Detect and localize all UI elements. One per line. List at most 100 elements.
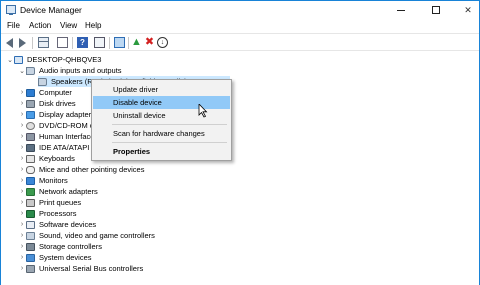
scan-hardware-icon[interactable] <box>114 37 125 48</box>
tree-root-label: DESKTOP-QHBQVE3 <box>27 55 102 64</box>
usb-controller-icon <box>26 264 35 273</box>
mouse-pointer-icon <box>198 104 208 118</box>
tree-category-label: Network adapters <box>39 187 98 196</box>
printer-icon <box>26 198 35 207</box>
disable-device-icon[interactable]: ↓ <box>157 37 168 48</box>
update-driver-icon[interactable]: ▲ <box>131 37 142 48</box>
tree-category-label: Universal Serial Bus controllers <box>39 264 144 273</box>
tree-category[interactable]: › Processors <box>18 208 77 219</box>
expand-chevron-icon[interactable]: › <box>18 89 26 96</box>
action-pane-icon[interactable] <box>94 37 105 48</box>
menu-update-driver[interactable]: Update driver <box>93 83 230 96</box>
menu-properties[interactable]: Properties <box>93 145 230 158</box>
tree-category-label: Monitors <box>39 176 68 185</box>
tree-category-label: Mice and other pointing devices <box>39 165 145 174</box>
maximize-button[interactable] <box>421 1 451 19</box>
tree-category-label: Keyboards <box>39 154 75 163</box>
keyboard-icon <box>26 154 35 163</box>
disk-drive-icon <box>26 99 35 108</box>
close-button[interactable]: ✕ <box>453 1 480 19</box>
expand-chevron-icon[interactable]: › <box>18 166 26 173</box>
device-manager-icon <box>6 5 16 15</box>
show-hide-console-tree-icon[interactable] <box>38 37 49 48</box>
tree-category-label: System devices <box>39 253 92 262</box>
tree-root[interactable]: ⌄ DESKTOP-QHBQVE3 <box>6 54 101 65</box>
tree-category[interactable]: › Print queues <box>18 197 81 208</box>
tree-category[interactable]: › Universal Serial Bus controllers <box>18 263 143 274</box>
expand-chevron-icon[interactable]: › <box>18 232 26 239</box>
network-adapter-icon <box>26 187 35 196</box>
menu-action[interactable]: Action <box>29 21 51 30</box>
menu-separator <box>112 124 227 125</box>
menu-separator <box>112 142 227 143</box>
tree-category-audio[interactable]: ⌄ Audio inputs and outputs <box>18 65 122 76</box>
back-arrow-icon[interactable] <box>6 38 13 48</box>
expand-chevron-icon[interactable]: › <box>18 188 26 195</box>
tree-category[interactable]: › Keyboards <box>18 153 75 164</box>
expand-chevron-icon[interactable]: › <box>18 177 26 184</box>
tree-category-label: Processors <box>39 209 77 218</box>
properties-sheet-icon[interactable] <box>57 37 68 48</box>
sound-controller-icon <box>26 231 35 240</box>
tree-category[interactable]: › Storage controllers <box>18 241 102 252</box>
maximize-icon <box>432 6 440 14</box>
help-icon[interactable]: ? <box>77 37 88 48</box>
expand-chevron-icon[interactable]: › <box>18 100 26 107</box>
tree-category-label: Storage controllers <box>39 242 102 251</box>
forward-arrow-icon[interactable] <box>19 38 26 48</box>
device-manager-window: Device Manager ✕ File Action View Help ?… <box>0 0 480 285</box>
processor-icon <box>26 209 35 218</box>
toolbar-separator <box>72 37 73 49</box>
toolbar-separator <box>128 37 129 49</box>
software-device-icon <box>26 220 35 229</box>
human-interface-icon <box>26 132 35 141</box>
collapse-chevron-icon[interactable]: ⌄ <box>6 56 14 64</box>
expand-chevron-icon[interactable]: › <box>18 111 26 118</box>
minimize-button[interactable] <box>386 1 416 19</box>
menu-bar: File Action View Help <box>1 19 479 33</box>
minimize-icon <box>397 9 405 11</box>
window-title: Device Manager <box>20 5 82 15</box>
tree-category[interactable]: › Monitors <box>18 175 68 186</box>
tree-category-label: Print queues <box>39 198 82 207</box>
expand-chevron-icon[interactable]: › <box>18 155 26 162</box>
expand-chevron-icon[interactable]: › <box>18 133 26 140</box>
speaker-icon <box>38 77 47 86</box>
expand-chevron-icon[interactable]: › <box>18 265 26 272</box>
tree-category-label: Computer <box>39 88 72 97</box>
uninstall-device-icon[interactable]: ✖ <box>144 37 155 48</box>
expand-chevron-icon[interactable]: › <box>18 122 26 129</box>
toolbar-separator <box>32 37 33 49</box>
toolbar: ? ▲ ✖ ↓ <box>1 33 479 51</box>
audio-icon <box>26 66 35 75</box>
dvd-drive-icon <box>26 121 35 130</box>
tree-category[interactable]: › Display adapters <box>18 109 95 120</box>
toolbar-separator <box>109 37 110 49</box>
tree-category-label: Display adapters <box>39 110 95 119</box>
mouse-icon <box>26 165 35 174</box>
close-icon: ✕ <box>464 4 472 15</box>
tree-category[interactable]: › Sound, video and game controllers <box>18 230 155 241</box>
expand-chevron-icon[interactable]: › <box>18 210 26 217</box>
menu-uninstall-device[interactable]: Uninstall device <box>93 109 230 122</box>
tree-category[interactable]: › Disk drives <box>18 98 76 109</box>
collapse-chevron-icon[interactable]: ⌄ <box>18 67 26 75</box>
menu-file[interactable]: File <box>7 21 20 30</box>
tree-category[interactable]: › System devices <box>18 252 92 263</box>
expand-chevron-icon[interactable]: › <box>18 254 26 261</box>
computer-icon <box>26 88 35 97</box>
expand-chevron-icon[interactable]: › <box>18 144 26 151</box>
context-menu: Update driver Disable device Uninstall d… <box>91 79 232 161</box>
expand-chevron-icon[interactable]: › <box>18 199 26 206</box>
expand-chevron-icon[interactable]: › <box>18 221 26 228</box>
menu-view[interactable]: View <box>60 21 77 30</box>
expand-chevron-icon[interactable]: › <box>18 243 26 250</box>
tree-category[interactable]: › Network adapters <box>18 186 98 197</box>
tree-category[interactable]: › Mice and other pointing devices <box>18 164 145 175</box>
menu-disable-device[interactable]: Disable device <box>93 96 230 109</box>
tree-category[interactable]: › Software devices <box>18 219 96 230</box>
menu-help[interactable]: Help <box>85 21 101 30</box>
tree-category-label: Sound, video and game controllers <box>39 231 155 240</box>
tree-category[interactable]: › Computer <box>18 87 72 98</box>
menu-scan-hardware[interactable]: Scan for hardware changes <box>93 127 230 140</box>
